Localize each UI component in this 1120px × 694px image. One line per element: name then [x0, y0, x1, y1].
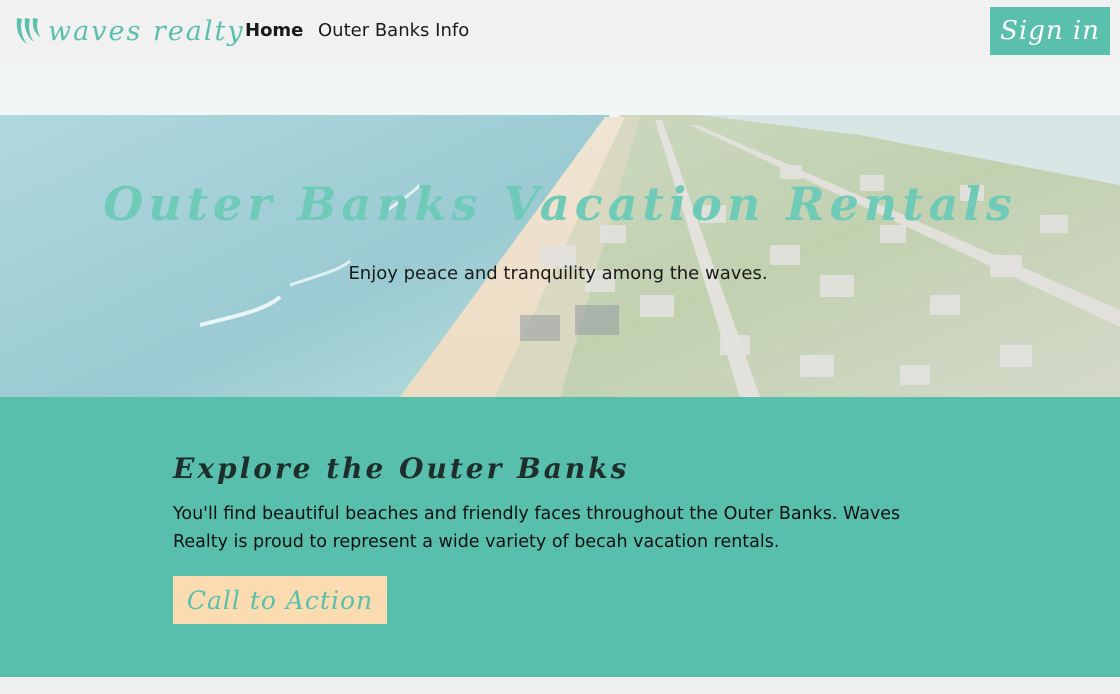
hero-subtitle: Enjoy peace and tranquility among the wa…	[348, 263, 768, 284]
waves-icon	[16, 18, 41, 44]
hero-title: Outer Banks Vacation Rentals	[103, 177, 1017, 231]
top-navbar: waves realty Home Outer Banks Info Sign …	[0, 0, 1120, 65]
page-bottom-strip	[0, 677, 1120, 694]
explore-title: Explore the Outer Banks	[173, 452, 630, 485]
explore-description: You'll find beautiful beaches and friend…	[173, 504, 901, 552]
call-to-action-button[interactable]: Call to Action	[173, 576, 387, 624]
hero-banner: Outer Banks Vacation Rentals Enjoy peace…	[0, 65, 1120, 397]
nav-home-link[interactable]: Home	[245, 19, 303, 43]
brand-logo[interactable]: waves realty	[14, 14, 245, 48]
brand-name: waves realty	[48, 15, 245, 47]
nav-outer-banks-info-link[interactable]: Outer Banks Info	[318, 19, 469, 43]
sign-in-button[interactable]: Sign in	[990, 7, 1110, 55]
hero-overlay	[0, 65, 1120, 397]
explore-section: Explore the Outer Banks You'll find beau…	[0, 397, 1120, 677]
